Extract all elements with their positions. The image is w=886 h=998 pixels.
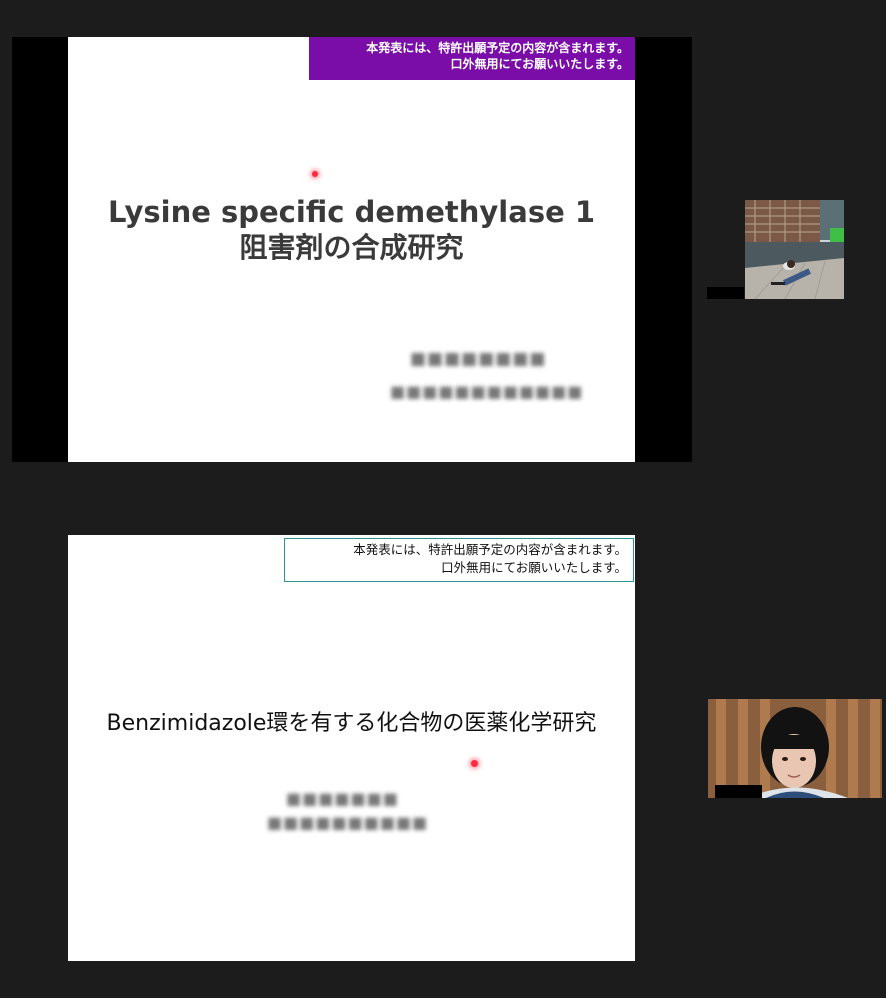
laser-pointer-icon (312, 171, 318, 177)
redacted-affiliation: ■■■■■■■■ (410, 349, 547, 369)
redacted-author: ■■■■■■■■■■ (267, 813, 429, 832)
title-line-2: 阻害剤の合成研究 (239, 231, 464, 264)
laser-pointer-icon (471, 760, 478, 767)
slide-1: 本発表には、特許出願予定の内容が含まれます。 口外無用にてお願いいたします。 L… (68, 37, 635, 462)
notice-line-2: 口外無用にてお願いいたします。 (441, 560, 627, 575)
screen-share-1: 本発表には、特許出願予定の内容が含まれます。 口外無用にてお願いいたします。 L… (12, 37, 692, 462)
notice-line-2: 口外無用にてお願いいたします。 (450, 57, 629, 71)
participant-name-label-1 (707, 287, 744, 299)
confidential-notice: 本発表には、特許出願予定の内容が含まれます。 口外無用にてお願いいたします。 (284, 538, 634, 582)
participant-face-image (708, 699, 882, 798)
participant-name-label-2 (715, 785, 762, 798)
slide-title: Benzimidazole環を有する化合物の医薬化学研究 (106, 711, 597, 736)
redacted-author: ■■■■■■■■■■■■ (390, 382, 584, 401)
redacted-affiliation: ■■■■■■■ (286, 789, 399, 808)
outdoor-scene-image (745, 200, 844, 299)
slide-2: 本発表には、特許出願予定の内容が含まれます。 口外無用にてお願いいたします。 B… (68, 535, 635, 961)
participant-video-2[interactable] (708, 699, 882, 798)
slide-title: Lysine specific demethylase 1 阻害剤の合成研究 (68, 194, 635, 266)
screen-share-2: 本発表には、特許出願予定の内容が含まれます。 口外無用にてお願いいたします。 B… (68, 535, 635, 961)
confidential-notice: 本発表には、特許出願予定の内容が含まれます。 口外無用にてお願いいたします。 (309, 37, 635, 80)
notice-line-1: 本発表には、特許出願予定の内容が含まれます。 (366, 41, 629, 55)
title-line-1: Lysine specific demethylase 1 (107, 195, 596, 229)
participant-video-1[interactable] (745, 200, 844, 299)
notice-line-1: 本発表には、特許出願予定の内容が含まれます。 (353, 542, 627, 557)
